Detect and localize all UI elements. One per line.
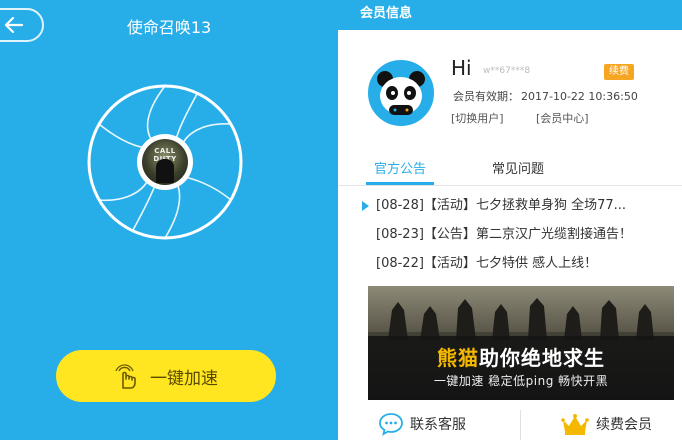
play-arrow-icon — [362, 201, 369, 211]
footer-divider — [520, 410, 521, 440]
contact-service-button[interactable]: 联系客服 — [378, 412, 466, 436]
news-tag: 【活动】 — [423, 256, 476, 271]
game-cover-image: CALL DUTY — [142, 139, 188, 185]
news-tag: 【活动】 — [423, 198, 476, 213]
switch-user-link[interactable]: [切换用户] — [451, 110, 504, 126]
greeting: Hi — [451, 56, 472, 80]
footer-actions: 联系客服 续费会员 — [338, 406, 682, 440]
soldiers-silhouette — [388, 298, 654, 340]
hand-pointer-icon — [115, 364, 136, 389]
accelerate-label: 一键加速 — [150, 368, 218, 389]
active-tab-indicator — [366, 182, 434, 185]
expiry-value: 2017-10-22 10:36:50 — [521, 90, 638, 103]
tab-official-notice[interactable]: 官方公告 — [374, 158, 426, 177]
promo-banner[interactable]: 熊猫助你绝地求生 一键加速 稳定低ping 畅快开黑 — [368, 286, 674, 400]
membership-expiry: 会员有效期： 2017-10-22 10:36:50 — [451, 88, 638, 104]
news-item[interactable]: [08-22]【活动】七夕特供 感人上线！ — [338, 254, 682, 283]
renew-membership-label: 续费会员 — [596, 417, 652, 433]
news-item[interactable]: [08-23]【公告】第二京汉广光缆割接通告！ — [338, 225, 682, 254]
game-title: 使命召唤13 — [126, 18, 212, 37]
news-date: [08-22] — [376, 256, 424, 271]
member-header: 会员信息 — [338, 0, 682, 30]
game-cover[interactable]: CALL DUTY — [137, 134, 193, 190]
news-date: [08-23] — [376, 227, 424, 242]
member-center-link[interactable]: [会员中心] — [536, 110, 589, 126]
news-item[interactable]: [08-28]【活动】七夕拯救单身狗 全场77... — [338, 196, 682, 225]
news-tag: 【公告】 — [423, 227, 476, 242]
banner-title: 熊猫助你绝地求生 — [368, 342, 674, 371]
username: w**67***8 — [483, 66, 531, 76]
member-panel: 会员信息 Hi w**67***8 续费 会员有效期： 2017-10-22 10… — [338, 0, 682, 440]
banner-title-highlight: 熊猫 — [437, 346, 479, 370]
panda-icon — [377, 71, 425, 115]
news-text: 第二京汉广光缆割接通告！ — [475, 227, 632, 242]
expiry-label: 会员有效期： — [453, 90, 519, 103]
notice-tabs: 官方公告 常见问题 — [338, 148, 682, 186]
news-list: [08-28]【活动】七夕拯救单身狗 全场77... [08-23]【公告】第二… — [338, 196, 682, 283]
news-text: 七夕拯救单身狗 全场77... — [475, 198, 627, 213]
renew-membership-button[interactable]: 续费会员 — [560, 412, 652, 436]
accelerator-panel: 使命召唤13 CALL DUTY 一键加速 — [0, 0, 338, 440]
one-click-accelerate-button[interactable]: 一键加速 — [56, 350, 276, 402]
news-date: [08-28] — [376, 198, 424, 213]
chat-bubble-icon — [379, 413, 403, 436]
contact-service-label: 联系客服 — [410, 417, 466, 433]
soldier-silhouette — [156, 159, 174, 183]
panda-avatar[interactable] — [368, 60, 434, 126]
news-text: 七夕特供 感人上线！ — [475, 256, 598, 271]
banner-subtitle: 一键加速 稳定低ping 畅快开黑 — [433, 374, 609, 388]
crown-icon — [561, 414, 589, 435]
tab-faq[interactable]: 常见问题 — [492, 158, 544, 177]
banner-title-rest: 助你绝地求生 — [479, 346, 605, 370]
renew-badge[interactable]: 续费 — [604, 64, 634, 80]
